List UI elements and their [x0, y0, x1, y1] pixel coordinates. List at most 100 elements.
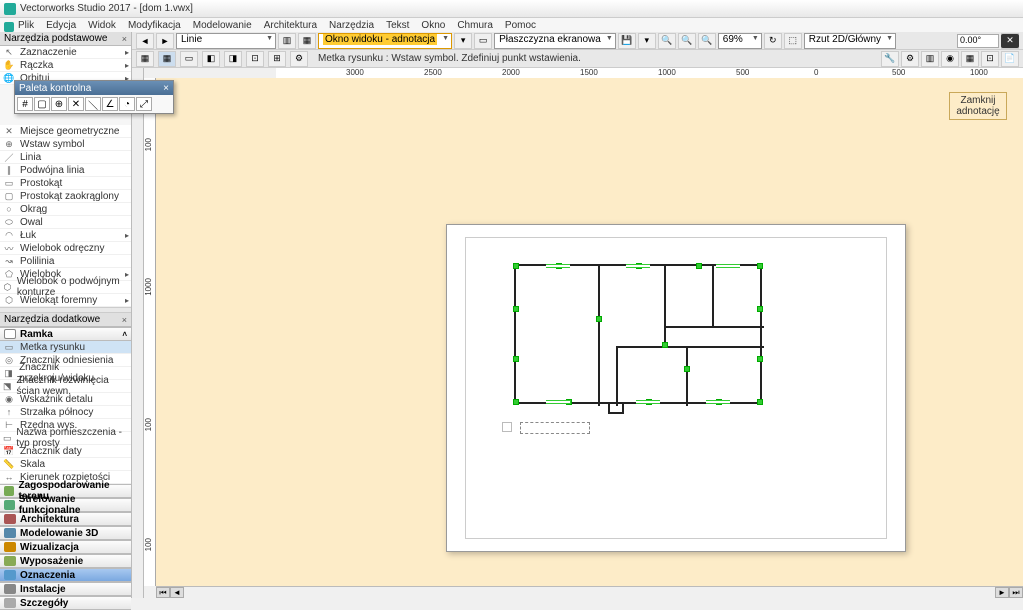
snap-int-icon[interactable]: ✕	[68, 97, 84, 111]
view-window-select[interactable]: Okno widoku - adnotacja	[318, 33, 452, 49]
zoom-fit-icon[interactable]: 🔍	[698, 33, 716, 49]
zoom-in-icon[interactable]: 🔍	[658, 33, 676, 49]
category-3[interactable]: Modelowanie 3D	[0, 526, 131, 540]
attrs-icon[interactable]: ◉	[941, 51, 959, 67]
tool-item[interactable]: ↑Strzałka północy	[0, 406, 131, 419]
mode-btn-2[interactable]: ▦	[158, 51, 176, 67]
scroll-first-icon[interactable]: ⏮	[156, 587, 170, 598]
menu-edycja[interactable]: Edycja	[40, 20, 82, 31]
extra-palette-header[interactable]: Narzędzia dodatkowe ×	[0, 313, 131, 327]
tool-item[interactable]: 〰Wielobok odręczny	[0, 242, 131, 255]
menu-narzedzia[interactable]: Narzędzia	[323, 20, 380, 31]
tool-rączka[interactable]: ✋Rączka▸	[0, 59, 131, 72]
snap-ang-icon[interactable]: ∠	[102, 97, 118, 111]
menu-architektura[interactable]: Architektura	[258, 20, 323, 31]
menu-widok[interactable]: Widok	[82, 20, 122, 31]
angle-input[interactable]: 0.00°	[957, 34, 999, 48]
tool-item[interactable]: ▭Metka rysunku	[0, 341, 131, 354]
menu-tekst[interactable]: Tekst	[380, 20, 415, 31]
drawing-canvas[interactable]: Zamknij adnotację	[156, 78, 1023, 586]
category-1[interactable]: Strefowanie funkcjonalne	[0, 498, 131, 512]
tool-item[interactable]: ∥Podwójna linia	[0, 164, 131, 177]
prefs-button[interactable]: ⚙	[290, 51, 308, 67]
style-select[interactable]: Linie	[176, 33, 276, 49]
grid-icon[interactable]: ▦	[961, 51, 979, 67]
scroll-last-icon[interactable]: ⏭	[1009, 587, 1023, 598]
view-icon[interactable]: 📄	[1001, 51, 1019, 67]
tool-item[interactable]: ／Linia	[0, 151, 131, 164]
mode-btn-4[interactable]: ◧	[202, 51, 220, 67]
view-cube-icon[interactable]: ⬚	[784, 33, 802, 49]
category-4[interactable]: Wizualizacja	[0, 540, 131, 554]
plane-icon[interactable]: ▭	[474, 33, 492, 49]
snap-icon[interactable]: ⊡	[981, 51, 999, 67]
back-button[interactable]: ◄	[136, 33, 154, 49]
label-placeholder[interactable]	[520, 422, 590, 434]
control-palette-title[interactable]: Paleta kontrolna ×	[15, 81, 173, 95]
snap-obj-icon[interactable]: ▢	[34, 97, 50, 111]
menu-modelowanie[interactable]: Modelowanie	[187, 20, 258, 31]
refresh-icon[interactable]: ↻	[764, 33, 782, 49]
mode-btn-7[interactable]: ⊞	[268, 51, 286, 67]
zoom-out-icon[interactable]: 🔍	[678, 33, 696, 49]
tool-item[interactable]: ↝Polilinia	[0, 255, 131, 268]
scroll-track[interactable]	[184, 587, 995, 598]
zoom-select[interactable]: 69%	[718, 33, 762, 49]
tool-icon[interactable]: 🔧	[881, 51, 899, 67]
gear-icon[interactable]: ⚙	[901, 51, 919, 67]
extra-head-ramka[interactable]: Ramka ˄	[0, 327, 131, 341]
close-pane-icon[interactable]: ✕	[1001, 34, 1019, 48]
tool-item[interactable]: ◠Łuk▸	[0, 229, 131, 242]
fwd-button[interactable]: ►	[156, 33, 174, 49]
label-handle[interactable]	[502, 422, 512, 432]
category-5[interactable]: Wyposażenie	[0, 554, 131, 568]
close-icon[interactable]: ×	[163, 83, 169, 94]
horizontal-scrollbar[interactable]: ⏮ ◄ ► ⏭	[156, 586, 1023, 598]
view-name[interactable]: Rzut 2D/Główny	[804, 33, 896, 49]
tool-zaznaczenie[interactable]: ↖Zaznaczenie▸	[0, 46, 131, 59]
tool-item[interactable]: ⊕Wstaw symbol	[0, 138, 131, 151]
tool-item[interactable]: ○Okrąg	[0, 203, 131, 216]
snap-pt-icon[interactable]: ⊕	[51, 97, 67, 111]
plane-select[interactable]: Płaszczyzna ekranowa	[494, 33, 616, 49]
layer-icon[interactable]: ▥	[921, 51, 939, 67]
snap-edge-icon[interactable]: ＼	[85, 97, 101, 111]
layers-button[interactable]: ▥	[278, 33, 296, 49]
tool-item[interactable]: ✕Miejsce geometryczne	[0, 125, 131, 138]
mode-btn-1[interactable]: ▦	[136, 51, 154, 67]
tool-item[interactable]: 📏Skala	[0, 458, 131, 471]
category-6[interactable]: Oznaczenia	[0, 568, 131, 582]
tool-item[interactable]: ⬡Wielobok o podwójnym konturze	[0, 281, 131, 294]
category-icon	[4, 542, 16, 552]
tool-item[interactable]: ⬔Znacznik rozwinięcia ścian wewn.	[0, 380, 131, 393]
tool-item[interactable]: ▭Nazwa pomieszczenia - typ prosty	[0, 432, 131, 445]
snap-grid-icon[interactable]: #	[17, 97, 33, 111]
category-7[interactable]: Instalacje	[0, 582, 131, 596]
tool-item[interactable]: ▢Prostokąt zaokrąglony	[0, 190, 131, 203]
mode-btn-6[interactable]: ⊡	[246, 51, 264, 67]
close-icon[interactable]: ×	[122, 34, 127, 44]
tool-item[interactable]: ⬭Owal	[0, 216, 131, 229]
menu-pomoc[interactable]: Pomoc	[499, 20, 542, 31]
tb-dropdown2[interactable]: ▾	[638, 33, 656, 49]
close-annotation-button[interactable]: Zamknij adnotację	[949, 92, 1007, 120]
category-8[interactable]: Szczegóły	[0, 596, 131, 610]
scroll-left-icon[interactable]: ◄	[170, 587, 184, 598]
control-palette[interactable]: Paleta kontrolna × # ▢ ⊕ ✕ ＼ ∠ ◔ ⤢	[14, 80, 174, 114]
snap-ext-icon[interactable]: ⤢	[136, 97, 152, 111]
mode-btn-5[interactable]: ◨	[224, 51, 242, 67]
mode-btn-3[interactable]: ▭	[180, 51, 198, 67]
snap-tan-icon[interactable]: ◔	[119, 97, 135, 111]
tb-dropdown[interactable]: ▾	[454, 33, 472, 49]
menu-chmura[interactable]: Chmura	[451, 20, 499, 31]
menu-modyfikacja[interactable]: Modyfikacja	[122, 20, 187, 31]
menu-okno[interactable]: Okno	[415, 20, 451, 31]
vertical-splitter[interactable]	[132, 32, 144, 598]
basic-palette-header[interactable]: Narzędzia podstawowe ×	[0, 32, 131, 46]
close-icon[interactable]: ×	[122, 315, 127, 325]
tool-item[interactable]: ▭Prostokąt	[0, 177, 131, 190]
scroll-right-icon[interactable]: ►	[995, 587, 1009, 598]
tb-icon[interactable]: ▦	[298, 33, 316, 49]
save-view[interactable]: 💾	[618, 33, 636, 49]
menu-plik[interactable]: Plik	[2, 20, 40, 31]
